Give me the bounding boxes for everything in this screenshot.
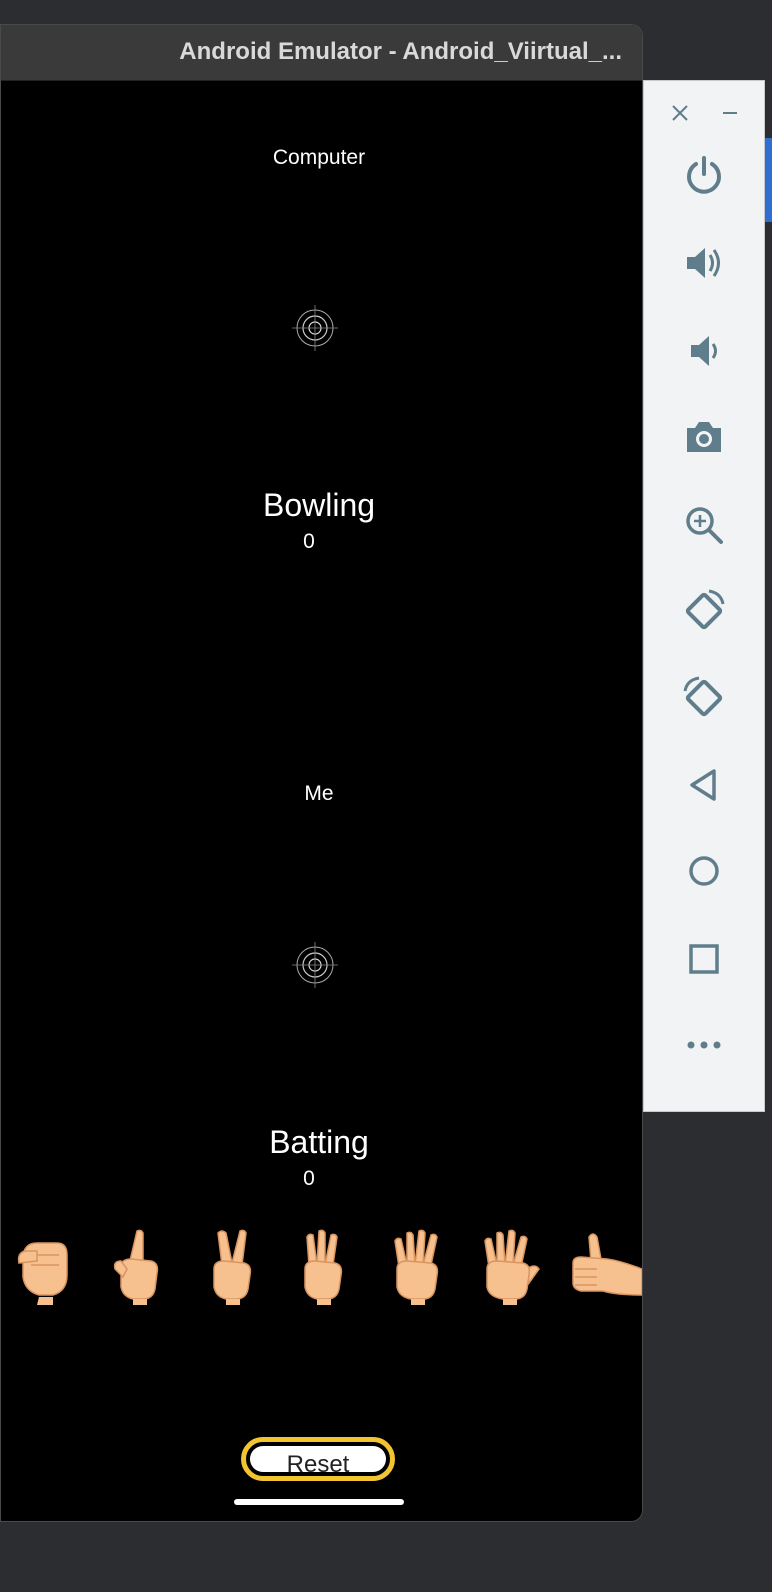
five-fingers-icon[interactable] [473,1229,545,1305]
reset-button-label: Reset [250,1446,386,1472]
home-icon[interactable] [674,841,734,901]
three-fingers-icon[interactable] [287,1229,359,1305]
power-icon[interactable] [674,145,734,205]
computer-mode: Bowling [262,487,376,523]
rotate-left-icon[interactable] [674,581,734,641]
volume-down-icon[interactable] [674,321,734,381]
one-finger-icon[interactable] [103,1229,175,1305]
emulator-window: Android Emulator - Android_Viirtual_... … [0,24,643,1522]
more-icon[interactable] [674,1015,734,1075]
me-label: Me [304,782,334,805]
crosshair-icon [292,942,338,988]
computer-score: 0 [303,530,315,553]
background-window-edge [765,138,772,222]
emulator-side-panel [643,80,765,1112]
close-icon[interactable] [666,99,694,127]
me-mode: Batting [269,1124,369,1160]
me-score: 0 [303,1167,315,1190]
crosshair-icon [292,305,338,351]
thumbs-up-icon[interactable] [567,1229,642,1305]
hand-options [1,1229,642,1309]
four-fingers-icon[interactable] [381,1229,453,1305]
camera-icon[interactable] [674,407,734,467]
overview-icon[interactable] [674,929,734,989]
gesture-home-bar[interactable] [234,1499,404,1505]
volume-up-icon[interactable] [674,233,734,293]
computer-label: Computer [272,146,366,169]
rotate-right-icon[interactable] [674,668,734,728]
back-icon[interactable] [674,755,734,815]
phone-screen: Computer Bowling 0 Me Batting 0 Reset [1,81,642,1521]
reset-button[interactable]: Reset [241,1437,395,1481]
title-bar[interactable]: Android Emulator - Android_Viirtual_... [1,25,642,81]
window-title: Android Emulator - Android_Viirtual_... [179,38,622,65]
fist-icon[interactable] [9,1229,81,1305]
minimize-icon[interactable] [716,99,744,127]
zoom-icon[interactable] [674,495,734,555]
two-fingers-icon[interactable] [196,1229,268,1305]
